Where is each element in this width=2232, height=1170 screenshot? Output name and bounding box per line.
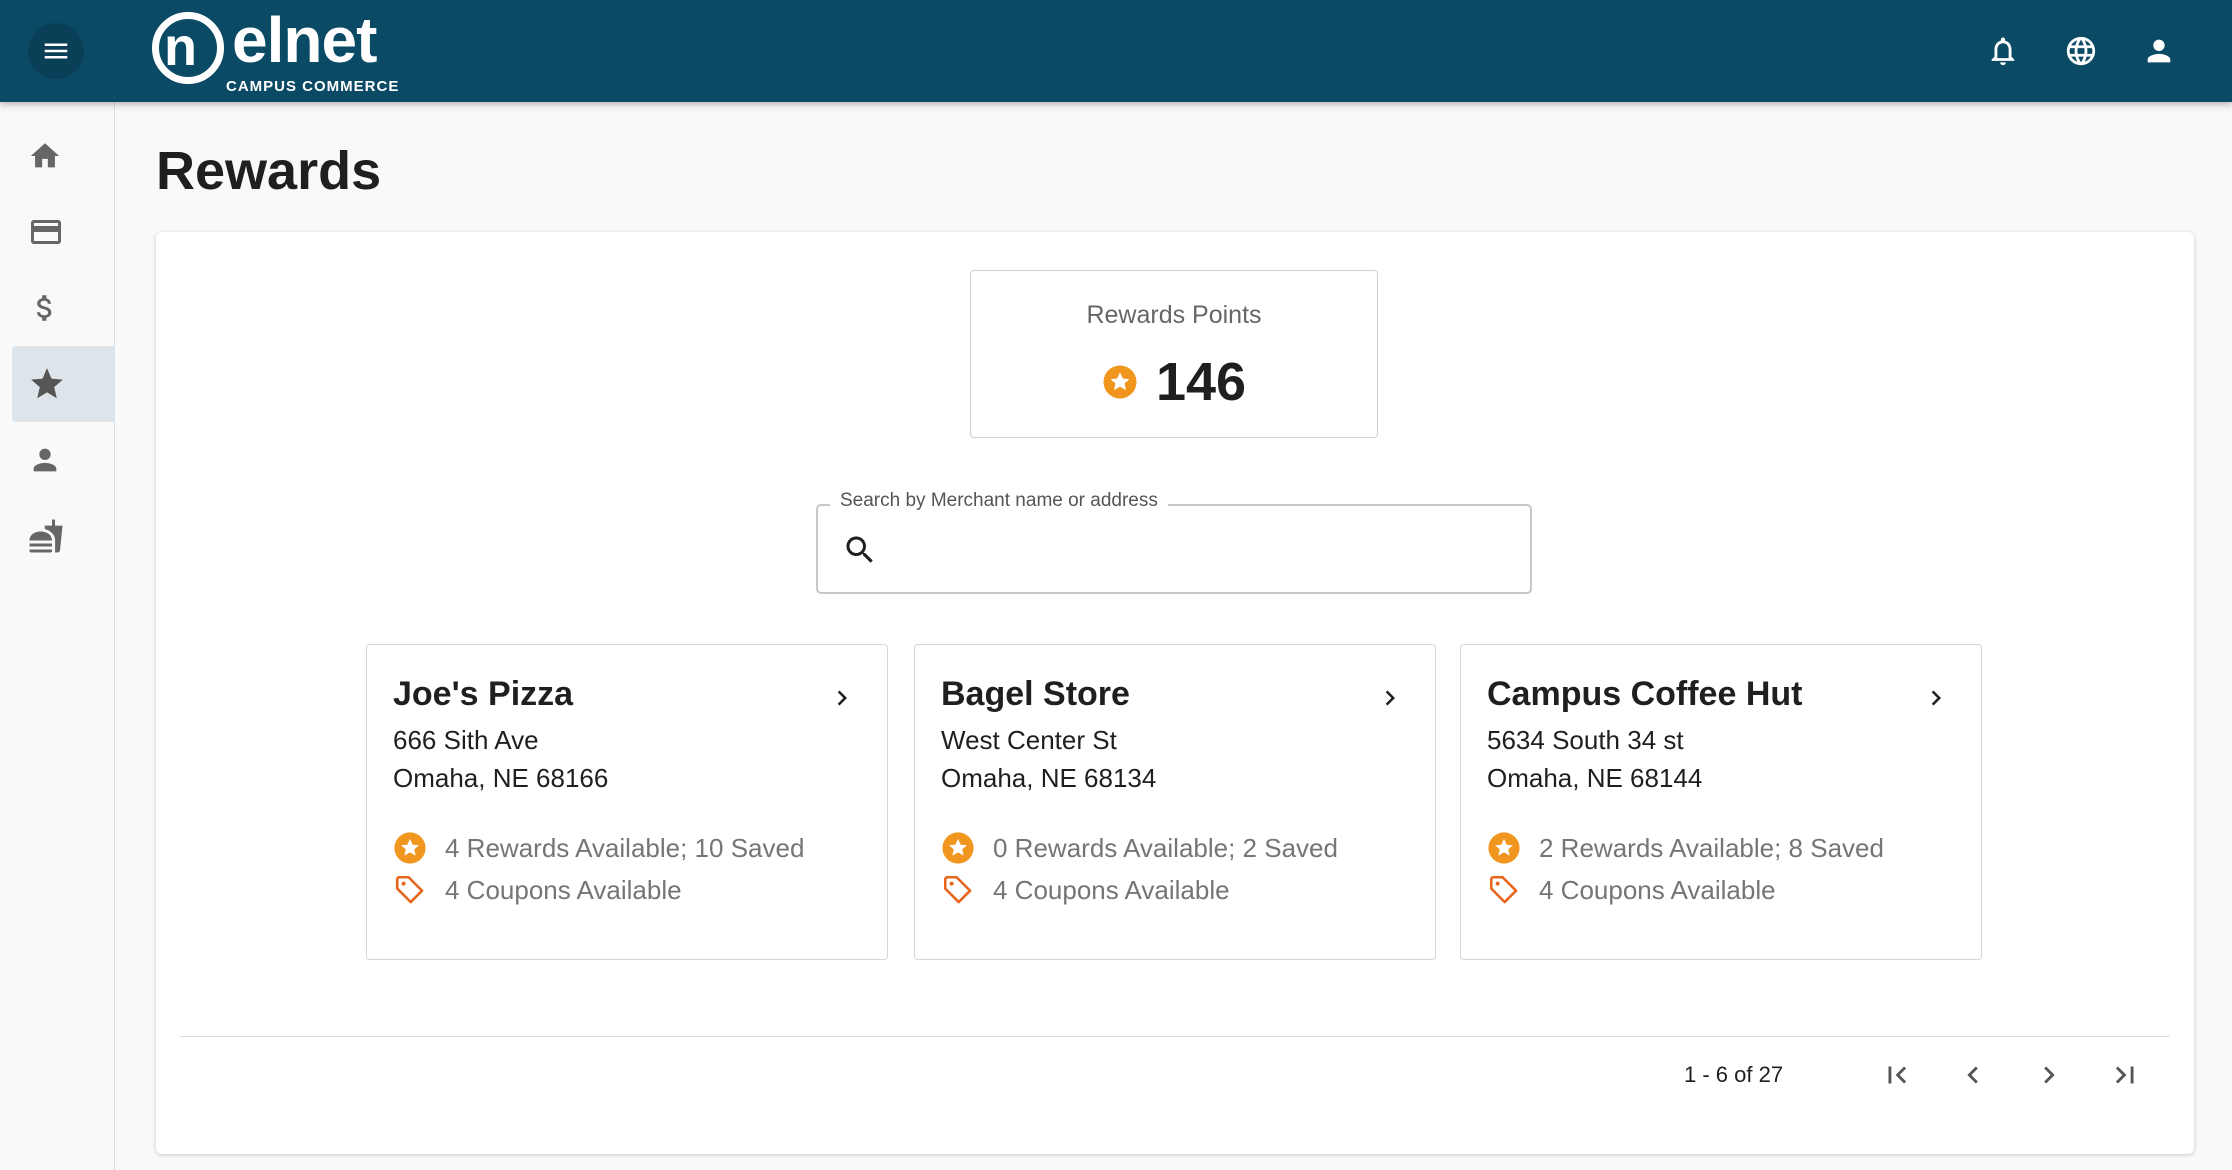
side-navigation (0, 102, 115, 1170)
tag-icon (1489, 875, 1518, 904)
reward-star-icon (1488, 832, 1520, 864)
chevron-right-icon[interactable] (1375, 683, 1405, 713)
sidebar-item-accounts[interactable] (12, 194, 115, 270)
menu-button[interactable] (28, 23, 84, 79)
merchant-rewards-row: 2 Rewards Available; 8 Saved (1487, 831, 1884, 865)
merchant-address-line2: Omaha, NE 68144 (1487, 763, 1703, 793)
reward-star-icon (394, 832, 426, 864)
sidebar-item-home[interactable] (12, 118, 115, 194)
first-page-icon (1888, 1066, 1907, 1084)
rewards-points-label: Rewards Points (1086, 301, 1262, 329)
chevron-right-icon[interactable] (827, 683, 857, 713)
globe-icon (2066, 36, 2096, 66)
merchant-search-field[interactable]: Search by Merchant name or address (816, 490, 1532, 594)
merchant-coupons-text: 4 Coupons Available (1539, 874, 1776, 905)
merchant-rewards-text: 2 Rewards Available; 8 Saved (1539, 832, 1884, 863)
search-label: Search by Merchant name or address (830, 490, 1168, 512)
tag-icon (395, 875, 424, 904)
bell-icon (1991, 37, 2015, 66)
tag-icon (943, 875, 972, 904)
previous-page-button[interactable] (1950, 1052, 1996, 1098)
account-icon (2147, 39, 2171, 63)
language-button[interactable] (2056, 26, 2106, 76)
merchant-rewards-text: 4 Rewards Available; 10 Saved (445, 832, 805, 863)
last-page-button[interactable] (2102, 1052, 2148, 1098)
merchant-card[interactable]: Bagel Store West Center St Omaha, NE 681… (914, 644, 1436, 960)
rewards-points-summary: Rewards Points 146 (970, 270, 1378, 438)
page-title: Rewards (156, 141, 382, 201)
sidebar-item-payments[interactable] (12, 270, 115, 346)
account-button[interactable] (2134, 26, 2184, 76)
dining-icon (29, 519, 63, 553)
search-icon (846, 536, 873, 563)
merchant-address-line1: 5634 South 34 st (1487, 725, 1684, 755)
rewards-card: Rewards Points 146 Search by Merchant na… (156, 232, 2194, 1154)
logo-subtitle: CAMPUS COMMERCE (226, 78, 400, 95)
next-page-button[interactable] (2026, 1052, 2072, 1098)
sidebar-item-dining[interactable] (12, 498, 115, 574)
first-page-button[interactable] (1874, 1052, 1920, 1098)
merchant-coupons-row: 4 Coupons Available (1487, 873, 1776, 907)
merchant-coupons-row: 4 Coupons Available (941, 873, 1230, 907)
merchant-address-line1: West Center St (941, 725, 1117, 755)
sidebar-item-rewards[interactable] (12, 346, 115, 422)
merchant-card[interactable]: Joe's Pizza 666 Sith Ave Omaha, NE 68166… (366, 644, 888, 960)
merchant-rewards-text: 0 Rewards Available; 2 Saved (993, 832, 1338, 863)
credit-card-icon (31, 220, 61, 244)
merchant-coupons-row: 4 Coupons Available (393, 873, 682, 907)
merchant-name: Joe's Pizza (393, 675, 574, 713)
rewards-points-value: 146 (1155, 352, 1247, 412)
merchant-coupons-text: 4 Coupons Available (993, 874, 1230, 905)
search-input[interactable] (894, 520, 1514, 580)
notifications-button[interactable] (1978, 26, 2028, 76)
home-icon (30, 143, 60, 168)
chevron-left-icon (1967, 1066, 1978, 1084)
star-icon (31, 368, 63, 399)
merchant-rewards-row: 0 Rewards Available; 2 Saved (941, 831, 1338, 865)
nelnet-logo[interactable]: n nelnet elnet CAMPUS COMMERCE (152, 8, 412, 96)
sidebar-item-profile[interactable] (12, 422, 115, 498)
chevron-right-icon[interactable] (1921, 683, 1951, 713)
merchant-name: Campus Coffee Hut (1487, 675, 1803, 713)
reward-star-icon (1103, 365, 1137, 399)
dollar-icon (36, 295, 52, 321)
merchant-address-line1: 666 Sith Ave (393, 725, 539, 755)
pagination-divider (180, 1036, 2170, 1037)
person-icon (33, 448, 57, 472)
menu-icon (44, 43, 68, 59)
chevron-right-icon (2044, 1066, 2055, 1084)
last-page-icon (2115, 1066, 2134, 1084)
reward-star-icon (942, 832, 974, 864)
pagination-range: 1 - 6 of 27 (1684, 1062, 1784, 1087)
top-app-bar: n nelnet elnet CAMPUS COMMERCE (0, 0, 2232, 102)
merchant-rewards-row: 4 Rewards Available; 10 Saved (393, 831, 804, 865)
merchant-card[interactable]: Campus Coffee Hut 5634 South 34 st Omaha… (1460, 644, 1982, 960)
merchant-address-line2: Omaha, NE 68134 (941, 763, 1157, 793)
merchant-coupons-text: 4 Coupons Available (445, 874, 682, 905)
merchant-address-line2: Omaha, NE 68166 (393, 763, 609, 793)
merchant-name: Bagel Store (941, 675, 1130, 713)
